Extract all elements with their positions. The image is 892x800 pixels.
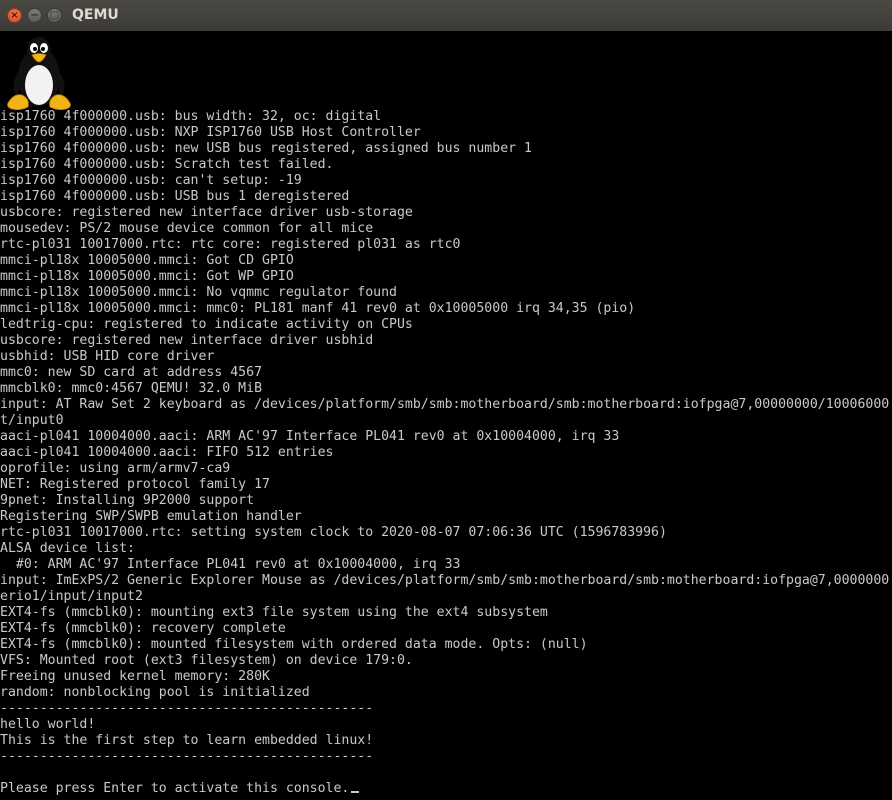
console-line: hello world! [0, 717, 96, 732]
close-button[interactable]: × [7, 8, 22, 23]
console-line: ----------------------------------------… [0, 749, 374, 764]
console-line: usbcore: registered new interface driver… [0, 333, 374, 348]
console-line: erio1/input/input2 [0, 589, 143, 604]
console-line: ----------------------------------------… [0, 701, 374, 716]
maximize-icon: □ [49, 9, 60, 21]
text-cursor [351, 791, 360, 793]
minimize-button[interactable]: − [27, 8, 42, 23]
console-line: isp1760 4f000000.usb: Scratch test faile… [0, 157, 334, 172]
console-line: mmcblk0: mmc0:4567 QEMU! 32.0 MiB [0, 381, 263, 396]
tux-penguin-icon [7, 37, 71, 111]
console-line: mmci-pl18x 10005000.mmci: Got CD GPIO [0, 253, 294, 268]
console-line: input: AT Raw Set 2 keyboard as /devices… [0, 397, 890, 412]
console-line: aaci-pl041 10004000.aaci: FIFO 512 entri… [0, 445, 334, 460]
console-line: usbhid: USB HID core driver [0, 349, 215, 364]
console-line: isp1760 4f000000.usb: USB bus 1 deregist… [0, 189, 350, 204]
console-line: isp1760 4f000000.usb: can't setup: -19 [0, 173, 302, 188]
console-line: mmc0: new SD card at address 4567 [0, 365, 263, 380]
console-line: isp1760 4f000000.usb: NXP ISP1760 USB Ho… [0, 125, 421, 140]
console-line: rtc-pl031 10017000.rtc: rtc core: regist… [0, 237, 461, 252]
console-line: EXT4-fs (mmcblk0): recovery complete [0, 621, 286, 636]
console-line: mmci-pl18x 10005000.mmci: Got WP GPIO [0, 269, 294, 284]
console-line: input: ImExPS/2 Generic Explorer Mouse a… [0, 573, 890, 588]
console-line: random: nonblocking pool is initialized [0, 685, 310, 700]
console-line: Freeing unused kernel memory: 280K [0, 669, 270, 684]
console-line: mmci-pl18x 10005000.mmci: No vqmmc regul… [0, 285, 397, 300]
close-icon: × [10, 9, 19, 21]
window-title: QEMU [72, 7, 119, 23]
console-line: EXT4-fs (mmcblk0): mounting ext3 file sy… [0, 605, 548, 620]
console-output[interactable]: isp1760 4f000000.usb: bus width: 32, oc:… [0, 109, 892, 797]
console-line: This is the first step to learn embedded… [0, 733, 374, 748]
minimize-icon: − [30, 9, 39, 21]
console-line: VFS: Mounted root (ext3 filesystem) on d… [0, 653, 413, 668]
console-line: isp1760 4f000000.usb: bus width: 32, oc:… [0, 109, 382, 124]
console-line: Registering SWP/SWPB emulation handler [0, 509, 302, 524]
console-line: t/input0 [0, 413, 64, 428]
console-line: mmci-pl18x 10005000.mmci: mmc0: PL181 ma… [0, 301, 636, 316]
console-line: #0: ARM AC'97 Interface PL041 rev0 at 0x… [0, 557, 461, 572]
window-titlebar[interactable]: × − □ QEMU [0, 0, 892, 32]
console-line: Please press Enter to activate this cons… [0, 781, 892, 797]
console-line: aaci-pl041 10004000.aaci: ARM AC'97 Inte… [0, 429, 620, 444]
console-line: ALSA device list: [0, 541, 135, 556]
maximize-button[interactable]: □ [47, 8, 62, 23]
console-line: ledtrig-cpu: registered to indicate acti… [0, 317, 413, 332]
console-line: EXT4-fs (mmcblk0): mounted filesystem wi… [0, 637, 588, 652]
console-line: oprofile: using arm/armv7-ca9 [0, 461, 231, 476]
qemu-display[interactable]: isp1760 4f000000.usb: bus width: 32, oc:… [0, 31, 892, 800]
console-line: NET: Registered protocol family 17 [0, 477, 270, 492]
console-line: 9pnet: Installing 9P2000 support [0, 493, 255, 508]
console-line: isp1760 4f000000.usb: new USB bus regist… [0, 141, 532, 156]
console-line: rtc-pl031 10017000.rtc: setting system c… [0, 525, 667, 540]
console-line: mousedev: PS/2 mouse device common for a… [0, 221, 374, 236]
console-line: usbcore: registered new interface driver… [0, 205, 413, 220]
